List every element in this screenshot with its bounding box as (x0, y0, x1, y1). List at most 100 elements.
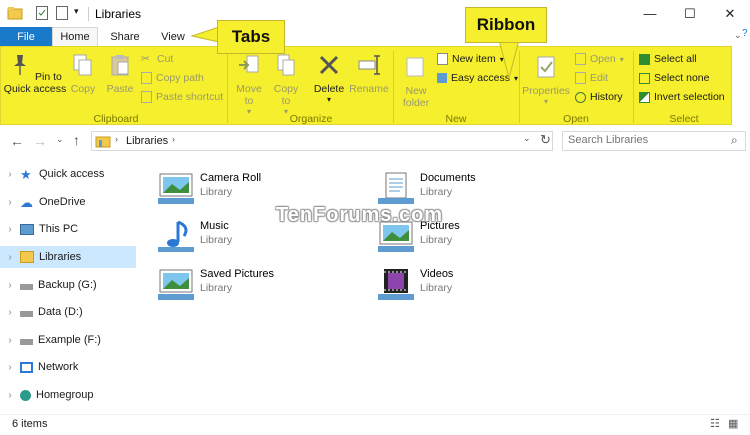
copy-to-icon (277, 54, 295, 76)
open-button[interactable]: Open ▾ (575, 53, 624, 65)
minimize-button[interactable]: — (630, 0, 670, 27)
expand-icon[interactable]: › (0, 224, 20, 235)
minimize-icon: — (643, 6, 657, 21)
star-icon: ★ (20, 167, 32, 182)
select-none-button[interactable]: Select none (639, 72, 709, 84)
item-count: 6 items (12, 418, 48, 430)
music-library-icon (158, 220, 194, 252)
delete-icon (319, 55, 339, 75)
breadcrumb-libraries[interactable]: Libraries (126, 135, 168, 147)
nav-item-this-pc[interactable]: › This PC (0, 218, 136, 240)
new-folder-icon (406, 57, 424, 77)
forward-icon[interactable]: → (33, 133, 47, 149)
paste-button[interactable]: Paste (103, 53, 137, 95)
image-library-icon (158, 173, 194, 204)
expand-icon[interactable]: › (0, 307, 20, 318)
expand-icon[interactable]: › (0, 169, 20, 180)
up-icon[interactable]: ↑ (73, 132, 80, 148)
history-button[interactable]: History (575, 91, 623, 103)
new-folder-button[interactable]: New folder (397, 55, 435, 109)
refresh-icon[interactable]: ↻ (540, 132, 551, 148)
nav-item-backup-g[interactable]: › Backup (G:) (0, 274, 136, 296)
ribbon-callout: Ribbon (465, 7, 547, 43)
select-all-icon (639, 53, 650, 65)
address-dropdown-icon[interactable]: ⌄ (523, 133, 531, 144)
select-all-button[interactable]: Select all (639, 53, 697, 65)
easy-access-icon (437, 73, 447, 83)
expand-icon[interactable]: › (0, 280, 20, 291)
invert-selection-button[interactable]: Invert selection (639, 91, 725, 103)
breadcrumb-chevron-icon[interactable]: › (115, 134, 118, 144)
search-icon[interactable]: ⌕ (731, 133, 738, 148)
copy-to-button[interactable]: Copy to ▾ (269, 53, 303, 116)
tabs-callout: Tabs (217, 20, 285, 54)
pin-icon (14, 55, 27, 75)
ribbon-separator (227, 51, 228, 123)
expand-icon[interactable]: › (0, 335, 20, 346)
folder-icon[interactable] (7, 6, 23, 20)
copy-path-icon (141, 72, 152, 84)
close-icon: ✕ (724, 5, 736, 21)
title-separator (88, 7, 89, 21)
cut-button[interactable]: ✂ Cut (141, 53, 173, 65)
properties-icon[interactable] (36, 6, 48, 20)
navigation-pane: › ★ Quick access › ☁ OneDrive › This PC › Libr… (0, 158, 136, 413)
expand-icon[interactable]: › (0, 197, 20, 208)
pin-to-quick-access-button[interactable]: Pin to Quick access (3, 53, 67, 95)
library-content-pane: Camera Roll Library Documents Library Mu… (140, 158, 750, 413)
rename-button[interactable]: Rename (347, 53, 391, 95)
window-title: Libraries (95, 7, 142, 21)
tab-view[interactable]: View (152, 27, 194, 46)
collapse-ribbon-icon[interactable]: ⌄ (734, 30, 742, 41)
nav-item-network[interactable]: › Network (0, 356, 136, 378)
expand-icon[interactable]: › (0, 362, 20, 373)
library-item-saved-pictures[interactable]: Saved Pictures Library (156, 264, 376, 308)
delete-button[interactable]: Delete ▾ (309, 53, 349, 104)
new-folder-icon[interactable] (56, 6, 68, 20)
recent-locations-icon[interactable]: ⌄ (56, 134, 64, 145)
edit-icon (575, 72, 586, 84)
edit-button[interactable]: Edit (575, 72, 608, 84)
new-item-icon (437, 53, 448, 65)
search-input[interactable] (568, 133, 728, 147)
group-label-select: Select (669, 113, 699, 125)
tab-home[interactable]: Home (52, 27, 98, 46)
expand-icon[interactable]: › (0, 390, 20, 401)
help-icon[interactable]: ? (742, 28, 748, 39)
copy-path-button[interactable]: Copy path (141, 72, 204, 84)
nav-item-data-d[interactable]: › Data (D:) (0, 301, 136, 323)
invert-selection-icon (639, 91, 650, 103)
copy-icon (73, 54, 92, 76)
network-icon (20, 361, 33, 373)
breadcrumb-chevron-icon[interactable]: › (172, 134, 175, 144)
watermark: TenForums.com (276, 204, 444, 226)
tab-file[interactable]: File (0, 27, 52, 46)
properties-button[interactable]: Properties ▾ (521, 55, 571, 106)
history-icon (575, 91, 586, 103)
back-icon[interactable]: ← (10, 133, 24, 149)
copy-button[interactable]: Copy (67, 53, 99, 95)
nav-item-libraries[interactable]: › Libraries (0, 246, 136, 268)
status-bar (0, 414, 750, 435)
library-item-videos[interactable]: Videos Library (376, 264, 596, 308)
nav-item-quick-access[interactable]: › ★ Quick access (0, 163, 136, 185)
homegroup-icon (20, 389, 31, 401)
new-item-button[interactable]: New item ▾ (437, 53, 504, 65)
nav-item-homegroup[interactable]: › Homegroup (0, 384, 136, 406)
nav-item-onedrive[interactable]: › ☁ OneDrive (0, 191, 136, 213)
paste-icon (111, 55, 129, 76)
expand-icon[interactable]: › (0, 252, 20, 263)
nav-item-example-f[interactable]: › Example (F:) (0, 329, 136, 351)
quick-access-toolbar-dropdown-icon[interactable]: ▾ (74, 6, 79, 17)
drive-icon (20, 284, 33, 290)
maximize-button[interactable]: ☐ (670, 0, 710, 27)
group-label-clipboard: Clipboard (93, 113, 139, 125)
move-to-button[interactable]: Move to ▾ (233, 53, 265, 116)
move-to-icon (239, 55, 259, 73)
details-view-icon[interactable]: ☷ (710, 417, 720, 430)
group-label-open: Open (563, 113, 589, 125)
paste-shortcut-button[interactable]: Paste shortcut (141, 91, 223, 103)
close-button[interactable]: ✕ (710, 0, 750, 27)
tab-share[interactable]: Share (104, 27, 146, 46)
large-icons-view-icon[interactable]: ▦ (728, 417, 738, 430)
